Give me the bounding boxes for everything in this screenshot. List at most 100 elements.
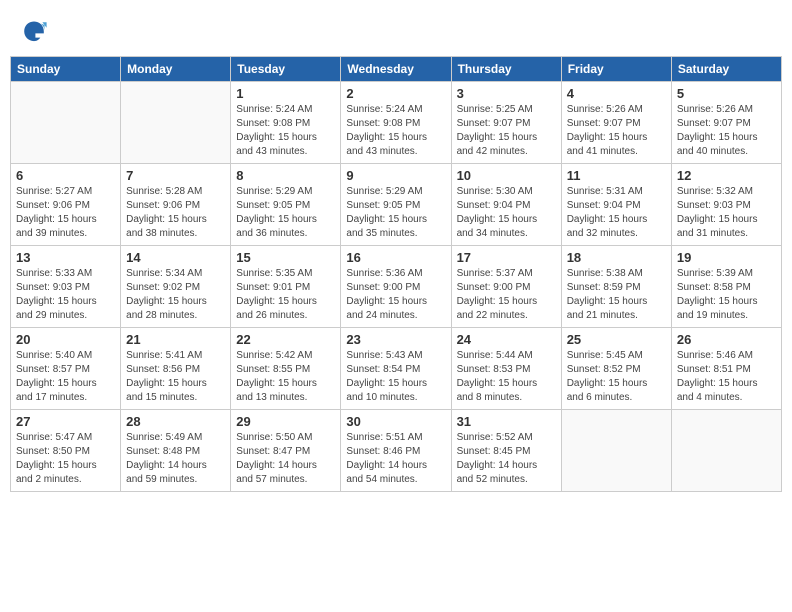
calendar-week-2: 6 Sunrise: 5:27 AM Sunset: 9:06 PM Daylig…: [11, 164, 782, 246]
day-info: Sunrise: 5:50 AM Sunset: 8:47 PM Dayligh…: [236, 431, 335, 487]
calendar-cell: 22 Sunrise: 5:42 AM Sunset: 8:55 PM Dayli…: [231, 328, 341, 410]
day-info: Sunrise: 5:24 AM Sunset: 9:08 PM Dayligh…: [346, 103, 445, 159]
day-number: 18: [567, 250, 666, 265]
column-header-tuesday: Tuesday: [231, 57, 341, 82]
day-number: 13: [16, 250, 115, 265]
calendar-cell: 24 Sunrise: 5:44 AM Sunset: 8:53 PM Dayli…: [451, 328, 561, 410]
day-number: 5: [677, 86, 776, 101]
calendar-cell: 27 Sunrise: 5:47 AM Sunset: 8:50 PM Dayli…: [11, 410, 121, 492]
day-info: Sunrise: 5:52 AM Sunset: 8:45 PM Dayligh…: [457, 431, 556, 487]
day-info: Sunrise: 5:26 AM Sunset: 9:07 PM Dayligh…: [567, 103, 666, 159]
calendar-week-4: 20 Sunrise: 5:40 AM Sunset: 8:57 PM Dayli…: [11, 328, 782, 410]
calendar-cell: 29 Sunrise: 5:50 AM Sunset: 8:47 PM Dayli…: [231, 410, 341, 492]
calendar-cell: 30Sunrise: 5:51 AM Sunset: 8:46 PM Dayli…: [341, 410, 451, 492]
day-info: Sunrise: 5:39 AM Sunset: 8:58 PM Dayligh…: [677, 267, 776, 323]
logo-icon: [20, 18, 48, 46]
column-header-saturday: Saturday: [671, 57, 781, 82]
day-info: Sunrise: 5:35 AM Sunset: 9:01 PM Dayligh…: [236, 267, 335, 323]
calendar-cell: 7Sunrise: 5:28 AM Sunset: 9:06 PM Daylig…: [121, 164, 231, 246]
day-info: Sunrise: 5:24 AM Sunset: 9:08 PM Dayligh…: [236, 103, 335, 159]
calendar-cell: 15 Sunrise: 5:35 AM Sunset: 9:01 PM Dayli…: [231, 246, 341, 328]
calendar-cell: 28 Sunrise: 5:49 AM Sunset: 8:48 PM Dayli…: [121, 410, 231, 492]
day-number: 15: [236, 250, 335, 265]
column-header-sunday: Sunday: [11, 57, 121, 82]
day-number: 2: [346, 86, 445, 101]
day-number: 9: [346, 168, 445, 183]
calendar-cell: 20 Sunrise: 5:40 AM Sunset: 8:57 PM Dayli…: [11, 328, 121, 410]
day-info: Sunrise: 5:47 AM Sunset: 8:50 PM Dayligh…: [16, 431, 115, 487]
day-number: 20: [16, 332, 115, 347]
calendar-cell: 14 Sunrise: 5:34 AM Sunset: 9:02 PM Dayli…: [121, 246, 231, 328]
day-number: 24: [457, 332, 556, 347]
calendar-cell: 4 Sunrise: 5:26 AM Sunset: 9:07 PM Daylig…: [561, 82, 671, 164]
day-info: Sunrise: 5:38 AM Sunset: 8:59 PM Dayligh…: [567, 267, 666, 323]
calendar-cell: 3 Sunrise: 5:25 AM Sunset: 9:07 PM Daylig…: [451, 82, 561, 164]
page-header: [10, 10, 782, 50]
calendar-cell: 31 Sunrise: 5:52 AM Sunset: 8:45 PM Dayli…: [451, 410, 561, 492]
day-number: 10: [457, 168, 556, 183]
day-info: Sunrise: 5:33 AM Sunset: 9:03 PM Dayligh…: [16, 267, 115, 323]
calendar-cell: 2 Sunrise: 5:24 AM Sunset: 9:08 PM Daylig…: [341, 82, 451, 164]
calendar-cell: 6 Sunrise: 5:27 AM Sunset: 9:06 PM Daylig…: [11, 164, 121, 246]
column-header-thursday: Thursday: [451, 57, 561, 82]
calendar-cell: 9 Sunrise: 5:29 AM Sunset: 9:05 PM Daylig…: [341, 164, 451, 246]
column-header-wednesday: Wednesday: [341, 57, 451, 82]
calendar-cell: 12Sunrise: 5:32 AM Sunset: 9:03 PM Dayli…: [671, 164, 781, 246]
day-number: 4: [567, 86, 666, 101]
day-info: Sunrise: 5:26 AM Sunset: 9:07 PM Dayligh…: [677, 103, 776, 159]
calendar-cell: 19 Sunrise: 5:39 AM Sunset: 8:58 PM Dayli…: [671, 246, 781, 328]
day-number: 28: [126, 414, 225, 429]
day-number: 19: [677, 250, 776, 265]
calendar-cell: [121, 82, 231, 164]
calendar-cell: 23Sunrise: 5:43 AM Sunset: 8:54 PM Dayli…: [341, 328, 451, 410]
calendar-cell: 10Sunrise: 5:30 AM Sunset: 9:04 PM Dayli…: [451, 164, 561, 246]
calendar-cell: 18 Sunrise: 5:38 AM Sunset: 8:59 PM Dayli…: [561, 246, 671, 328]
calendar-cell: 25 Sunrise: 5:45 AM Sunset: 8:52 PM Dayli…: [561, 328, 671, 410]
day-number: 29: [236, 414, 335, 429]
calendar-week-3: 13 Sunrise: 5:33 AM Sunset: 9:03 PM Dayli…: [11, 246, 782, 328]
day-info: Sunrise: 5:25 AM Sunset: 9:07 PM Dayligh…: [457, 103, 556, 159]
day-info: Sunrise: 5:40 AM Sunset: 8:57 PM Dayligh…: [16, 349, 115, 405]
day-info: Sunrise: 5:41 AM Sunset: 8:56 PM Dayligh…: [126, 349, 225, 405]
day-info: Sunrise: 5:32 AM Sunset: 9:03 PM Dayligh…: [677, 185, 776, 241]
day-number: 11: [567, 168, 666, 183]
day-number: 1: [236, 86, 335, 101]
day-info: Sunrise: 5:34 AM Sunset: 9:02 PM Dayligh…: [126, 267, 225, 323]
calendar-cell: 11 Sunrise: 5:31 AM Sunset: 9:04 PM Dayli…: [561, 164, 671, 246]
day-info: Sunrise: 5:45 AM Sunset: 8:52 PM Dayligh…: [567, 349, 666, 405]
day-number: 27: [16, 414, 115, 429]
day-number: 7: [126, 168, 225, 183]
day-number: 3: [457, 86, 556, 101]
day-info: Sunrise: 5:46 AM Sunset: 8:51 PM Dayligh…: [677, 349, 776, 405]
calendar-cell: [11, 82, 121, 164]
calendar-cell: 13 Sunrise: 5:33 AM Sunset: 9:03 PM Dayli…: [11, 246, 121, 328]
day-number: 8: [236, 168, 335, 183]
calendar-cell: 26Sunrise: 5:46 AM Sunset: 8:51 PM Dayli…: [671, 328, 781, 410]
calendar-cell: 21 Sunrise: 5:41 AM Sunset: 8:56 PM Dayli…: [121, 328, 231, 410]
day-info: Sunrise: 5:31 AM Sunset: 9:04 PM Dayligh…: [567, 185, 666, 241]
column-header-friday: Friday: [561, 57, 671, 82]
day-number: 6: [16, 168, 115, 183]
calendar-cell: 17 Sunrise: 5:37 AM Sunset: 9:00 PM Dayli…: [451, 246, 561, 328]
day-number: 17: [457, 250, 556, 265]
calendar-cell: 1 Sunrise: 5:24 AM Sunset: 9:08 PM Daylig…: [231, 82, 341, 164]
day-info: Sunrise: 5:44 AM Sunset: 8:53 PM Dayligh…: [457, 349, 556, 405]
day-info: Sunrise: 5:49 AM Sunset: 8:48 PM Dayligh…: [126, 431, 225, 487]
column-header-monday: Monday: [121, 57, 231, 82]
day-info: Sunrise: 5:36 AM Sunset: 9:00 PM Dayligh…: [346, 267, 445, 323]
day-info: Sunrise: 5:27 AM Sunset: 9:06 PM Dayligh…: [16, 185, 115, 241]
day-number: 21: [126, 332, 225, 347]
day-number: 14: [126, 250, 225, 265]
day-number: 22: [236, 332, 335, 347]
calendar-cell: 16Sunrise: 5:36 AM Sunset: 9:00 PM Dayli…: [341, 246, 451, 328]
day-info: Sunrise: 5:42 AM Sunset: 8:55 PM Dayligh…: [236, 349, 335, 405]
day-number: 25: [567, 332, 666, 347]
day-info: Sunrise: 5:43 AM Sunset: 8:54 PM Dayligh…: [346, 349, 445, 405]
day-number: 31: [457, 414, 556, 429]
day-info: Sunrise: 5:37 AM Sunset: 9:00 PM Dayligh…: [457, 267, 556, 323]
calendar-week-1: 1 Sunrise: 5:24 AM Sunset: 9:08 PM Daylig…: [11, 82, 782, 164]
day-info: Sunrise: 5:29 AM Sunset: 9:05 PM Dayligh…: [346, 185, 445, 241]
calendar-header-row: SundayMondayTuesdayWednesdayThursdayFrid…: [11, 57, 782, 82]
calendar-cell: [671, 410, 781, 492]
calendar-cell: 8Sunrise: 5:29 AM Sunset: 9:05 PM Daylig…: [231, 164, 341, 246]
